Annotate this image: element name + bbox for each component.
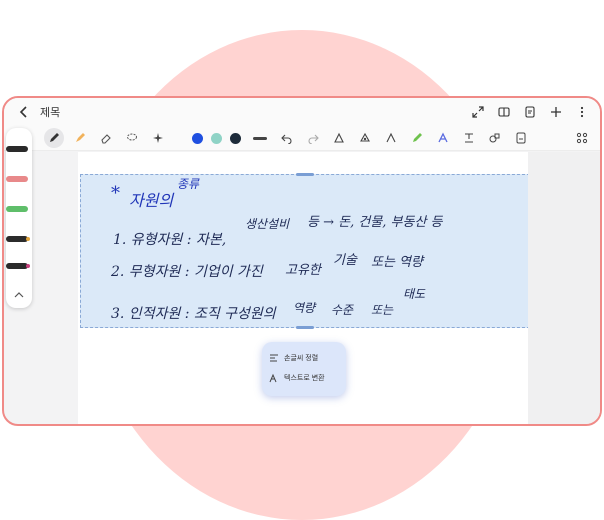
fill-icon — [360, 132, 370, 142]
attach-tool[interactable] — [511, 128, 531, 148]
selection-handle-bottom[interactable] — [296, 326, 314, 329]
more-tools-button[interactable] — [572, 128, 592, 148]
note-line2-d: 또는 역량 — [371, 255, 423, 270]
convert-to-text-item[interactable]: 텍스트로 변환 — [268, 370, 325, 386]
selection-context-menu: 손글씨 정렬 텍스트로 변환 — [262, 342, 346, 396]
marker-icon — [413, 133, 422, 142]
highlighter-icon — [76, 133, 85, 142]
note-line3-c: 수준 — [331, 303, 354, 317]
note-heading-sup: 종류 — [177, 177, 200, 191]
note-line3: 3. 인적자원 : 조직 구성원의 — [111, 306, 276, 322]
grid-icon — [576, 132, 588, 144]
text-box-icon — [465, 133, 473, 143]
note-line3-d: 또는 — [371, 303, 394, 317]
pen-icon — [50, 133, 59, 142]
undo-icon — [281, 134, 292, 144]
text-style-tool[interactable] — [433, 128, 453, 148]
pen-tool[interactable] — [44, 128, 64, 148]
note-heading: 자원의 — [129, 191, 174, 210]
color-navy-swatch[interactable] — [230, 132, 241, 144]
attach-icon — [516, 132, 526, 144]
title-bar: 제목 — [4, 98, 600, 126]
drawing-toolbar — [4, 126, 600, 151]
pen-preset-magenta[interactable] — [6, 263, 28, 269]
eraser-tool[interactable] — [96, 128, 116, 148]
pen-preset-pink[interactable] — [6, 176, 28, 182]
marker-tool[interactable] — [407, 128, 427, 148]
page-title: 제목 — [40, 107, 61, 119]
back-button[interactable] — [12, 100, 36, 124]
redo-icon — [308, 134, 319, 144]
note-line1: 1. 유형자원 : 자본, — [113, 232, 227, 248]
align-handwriting-item[interactable]: 손글씨 정렬 — [268, 350, 318, 366]
pen-preset-green[interactable] — [6, 206, 28, 212]
align-icon — [268, 352, 280, 364]
collapse-panel-button[interactable] — [12, 288, 26, 302]
convert-to-text-label: 텍스트로 변환 — [284, 375, 325, 382]
note-line2-c: 기술 — [333, 253, 357, 268]
selection-handle-top[interactable] — [296, 173, 314, 176]
note-line3-e: 태도 — [403, 287, 426, 301]
app-window: 제목 * 자원의 종류 1. 유형자원: 자본, 생산설비 등 → 돈, 건물… — [2, 96, 602, 426]
lasso-tool[interactable] — [122, 128, 142, 148]
book-icon — [498, 107, 510, 117]
more-options-button[interactable] — [572, 102, 592, 122]
text-box-tool[interactable] — [459, 128, 479, 148]
line-pen-icon — [386, 132, 396, 143]
pen-preset-black[interactable] — [6, 146, 28, 152]
note-line1-c: 등 → 돈, 건물, 부동산 등 — [307, 215, 443, 230]
expand-button[interactable] — [468, 102, 488, 122]
shapes-tool[interactable] — [485, 128, 505, 148]
fill-tool[interactable] — [355, 128, 375, 148]
pen-presets-panel — [6, 128, 32, 308]
magic-tool[interactable] — [148, 128, 168, 148]
plus-icon — [551, 107, 561, 117]
page-settings-button[interactable] — [520, 102, 540, 122]
stroke-width-indicator[interactable] — [253, 136, 267, 140]
chevron-left-icon — [19, 106, 27, 118]
lasso-selection[interactable]: * 자원의 종류 1. 유형자원 : 자본, 생산설비 등 → 돈, 건물, 부… — [80, 173, 530, 329]
pen-tip-magenta — [26, 264, 30, 268]
heading-marker: * — [111, 183, 120, 204]
document-icon — [525, 106, 535, 118]
convert-text-icon — [268, 372, 280, 384]
chevron-up-icon — [14, 292, 24, 298]
note-page[interactable]: * 자원의 종류 1. 유형자원 : 자본, 생산설비 등 → 돈, 건물, 부… — [78, 152, 530, 424]
note-line3-b: 역량 — [293, 301, 316, 315]
note-line2: 2. 무형자원 : 기업이 가진 — [111, 264, 263, 280]
text-style-icon — [438, 132, 448, 143]
pen-preset-gold[interactable] — [6, 236, 28, 242]
redo-button[interactable] — [303, 128, 323, 148]
right-margin — [528, 152, 600, 424]
color-blue-swatch[interactable] — [192, 132, 203, 144]
shape-tool[interactable] — [329, 128, 349, 148]
undo-button[interactable] — [277, 128, 297, 148]
line-tool[interactable] — [381, 128, 401, 148]
lasso-icon — [127, 133, 137, 141]
expand-icon — [472, 106, 484, 118]
highlighter-tool[interactable] — [70, 128, 90, 148]
shape-pen-icon — [334, 132, 344, 143]
pen-tip-gold — [26, 237, 30, 241]
shapes-icon — [489, 133, 500, 143]
more-vertical-icon — [580, 106, 584, 118]
sparkle-icon — [153, 133, 163, 143]
add-button[interactable] — [546, 102, 566, 122]
color-mint-swatch[interactable] — [211, 132, 222, 144]
book-view-button[interactable] — [494, 102, 514, 122]
eraser-icon — [101, 134, 111, 144]
align-handwriting-label: 손글씨 정렬 — [284, 355, 319, 362]
note-line1-b: 생산설비 — [245, 217, 290, 231]
note-line2-b: 고유한 — [285, 263, 321, 278]
